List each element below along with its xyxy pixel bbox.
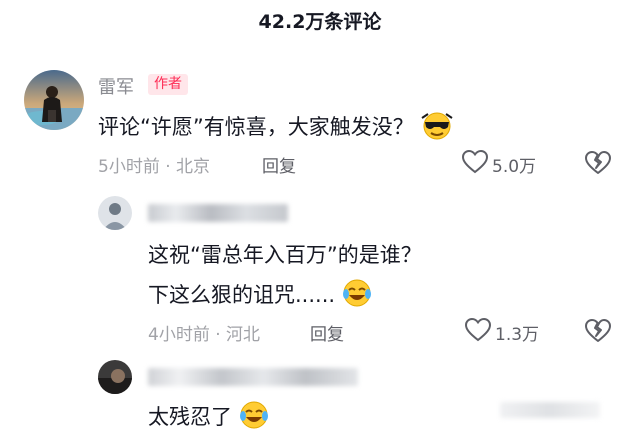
blurred-extra	[500, 402, 600, 418]
cool-sunglasses-emoji-icon	[420, 110, 454, 145]
comment-username[interactable]: 雷军	[98, 73, 134, 99]
comment-text: 这祝“雷总年入百万”的是谁？	[148, 243, 422, 267]
comment-text-line2: 下这么狠的诅咒......	[148, 278, 373, 313]
comment-meta: 5小时前 · 北京	[98, 157, 211, 177]
dislike-button[interactable]	[584, 151, 612, 179]
like-button[interactable]: 5.0万	[461, 149, 537, 178]
reply-button[interactable]: 回复	[262, 152, 296, 177]
author-badge: 作者	[148, 74, 188, 95]
comment-body: 太残忍了	[148, 405, 232, 429]
dislike-button[interactable]	[584, 319, 612, 347]
heart-outline-icon	[461, 149, 489, 178]
comment-body: 下这么狠的诅咒......	[148, 283, 336, 307]
avatar-leijun[interactable]	[24, 70, 84, 130]
comments-count-title: 42.2万条评论	[258, 11, 382, 33]
comment-body: 评论“许愿”有惊喜，大家触发没？	[98, 115, 414, 139]
broken-heart-icon	[584, 319, 612, 347]
heart-outline-icon	[464, 317, 492, 346]
like-count: 1.3万	[495, 324, 540, 345]
comment-text: 评论“许愿”有惊喜，大家触发没？	[98, 110, 454, 145]
avatar-user[interactable]	[98, 360, 132, 394]
blurred-username	[148, 368, 358, 386]
laugh-cry-emoji-icon	[238, 400, 270, 435]
comment-text: 太残忍了	[148, 400, 270, 435]
like-button[interactable]: 1.3万	[464, 317, 540, 346]
broken-heart-icon	[584, 151, 612, 179]
comment-meta: 4小时前 · 河北	[148, 325, 261, 345]
reply-button[interactable]: 回复	[310, 320, 344, 345]
blurred-username	[148, 204, 288, 222]
laugh-cry-emoji-icon	[341, 278, 373, 313]
avatar-user[interactable]	[98, 196, 132, 230]
like-count: 5.0万	[492, 156, 537, 177]
